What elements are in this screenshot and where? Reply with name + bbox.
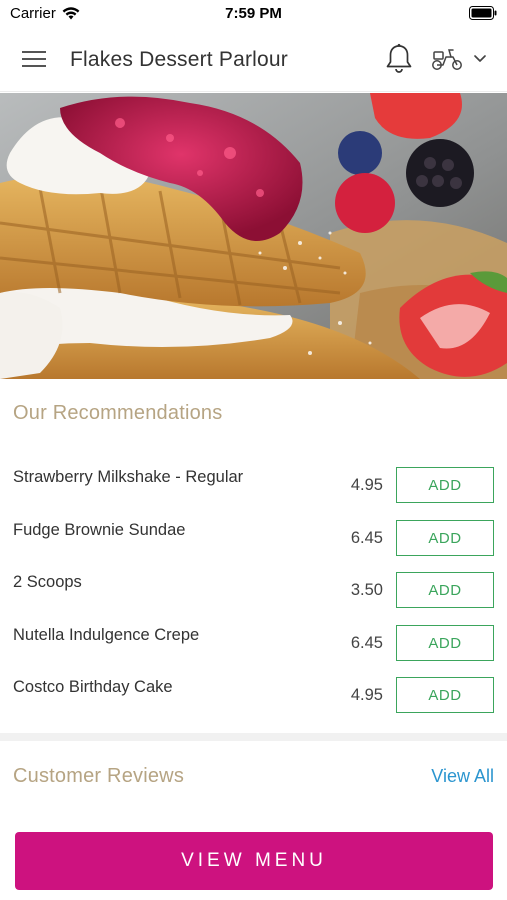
view-menu-button[interactable]: VIEW MENU xyxy=(15,832,493,890)
bell-icon[interactable] xyxy=(385,43,413,75)
add-button[interactable]: ADD xyxy=(396,625,494,661)
chevron-down-icon[interactable] xyxy=(472,52,488,64)
item-price: 6.45 xyxy=(350,634,383,652)
list-item: Strawberry Milkshake - Regular 4.95 ADD xyxy=(0,462,507,503)
status-time: 7:59 PM xyxy=(225,5,282,22)
item-price: 6.45 xyxy=(350,529,383,547)
add-button[interactable]: ADD xyxy=(396,572,494,608)
item-name: Costco Birthday Cake xyxy=(13,678,173,696)
view-all-reviews-link[interactable]: View All xyxy=(431,766,494,787)
battery-icon xyxy=(469,6,497,20)
list-item: Fudge Brownie Sundae 6.45 ADD xyxy=(0,515,507,556)
recommendations-title: Our Recommendations xyxy=(13,402,223,424)
item-name: Fudge Brownie Sundae xyxy=(13,521,186,539)
add-button[interactable]: ADD xyxy=(396,467,494,503)
menu-icon[interactable] xyxy=(22,48,48,70)
list-item: 2 Scoops 3.50 ADD xyxy=(0,567,507,608)
scooter-icon[interactable] xyxy=(430,46,464,72)
list-item: Nutella Indulgence Crepe 6.45 ADD xyxy=(0,620,507,661)
item-price: 3.50 xyxy=(350,581,383,599)
add-button[interactable]: ADD xyxy=(396,677,494,713)
item-name: Strawberry Milkshake - Regular xyxy=(13,468,244,486)
list-item: Costco Birthday Cake 4.95 ADD xyxy=(0,672,507,713)
waffle-dessert-illustration xyxy=(0,93,507,379)
page-title: Flakes Dessert Parlour xyxy=(70,48,288,71)
app-header: Flakes Dessert Parlour xyxy=(0,28,507,92)
status-bar: Carrier 7:59 PM xyxy=(0,0,507,28)
item-price: 4.95 xyxy=(350,476,383,494)
add-button[interactable]: ADD xyxy=(396,520,494,556)
item-price: 4.95 xyxy=(350,686,383,704)
reviews-title: Customer Reviews xyxy=(13,765,185,787)
hero-banner-image[interactable] xyxy=(0,93,507,379)
item-name: 2 Scoops xyxy=(13,573,82,591)
item-name: Nutella Indulgence Crepe xyxy=(13,626,200,644)
section-divider xyxy=(0,733,507,741)
